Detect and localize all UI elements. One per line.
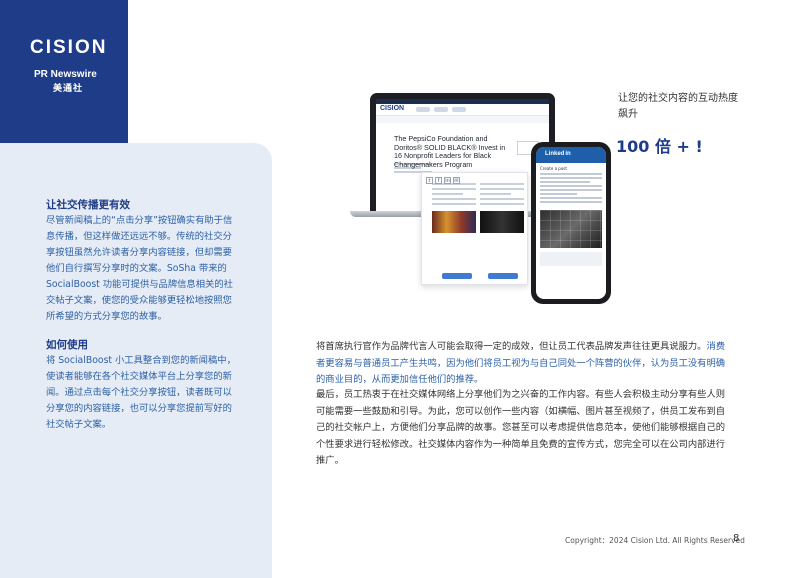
share-post-button (442, 273, 472, 279)
laptop-cision-logo: CISION (380, 105, 405, 112)
callout-stat: 100 倍 + ! (616, 137, 703, 156)
phone-mockup: Linkedin Create a post (531, 142, 611, 304)
twitter-icon: t (426, 177, 433, 184)
cision-logo: CISION (30, 37, 105, 59)
prnewswire-cn-name: 美通社 (53, 84, 84, 94)
share-icons: t f in ✉ (426, 177, 460, 184)
post-image-2 (480, 211, 524, 233)
prnewswire-logo: PR Newswire (34, 69, 97, 80)
facebook-icon: f (435, 177, 442, 184)
phone-screen: Linkedin Create a post (536, 147, 606, 299)
side-content: 让社交传播更有效 尽管新闻稿上的“点击分享”按钮确实有助于信息传播，但这样做还远… (46, 197, 236, 433)
phone-post-image (540, 210, 602, 248)
body-paragraph-1: 将首席执行官作为品牌代言人可能会取得一定的成效，但让员工代表品牌发声往往更具说服… (316, 341, 726, 385)
page-number: 8 (733, 533, 740, 544)
phone-create-post: Create a post (540, 166, 567, 171)
body-paragraph-2: 最后，员工热衷于在社交媒体网络上分享他们为之兴奋的工作内容。有些人会积极主动分享… (316, 389, 726, 466)
post-image (432, 211, 476, 233)
side-heading-social: 让社交传播更有效 (46, 199, 130, 211)
laptop-headline: The PepsiCo Foundation and Doritos® SOLI… (394, 134, 506, 169)
side-heading-howto: 如何使用 (46, 339, 88, 351)
linkedin-logo: Linkedin (545, 151, 572, 157)
side-paragraph-howto: 将 SocialBoost 小工具整合到您的新闻稿中，使读者能够在各个社交媒体平… (46, 355, 236, 430)
footer-copyright: Copyright：2024 Cision Ltd. All Rights Re… (565, 536, 745, 545)
cision-logo-text: CISION (30, 37, 108, 58)
share-post-button-2 (488, 273, 518, 279)
linkedin-icon: in (444, 177, 451, 184)
social-post-card (421, 172, 528, 285)
side-paragraph-social: 尽管新闻稿上的“点击分享”按钮确实有助于信息传播，但这样做还远远不够。传统的社交… (46, 215, 233, 322)
brand-header: CISION PR Newswire 美通社 (0, 0, 128, 143)
callout-text: 让您的社交内容的互动热度飙升 (618, 93, 738, 120)
email-icon: ✉ (453, 177, 460, 184)
